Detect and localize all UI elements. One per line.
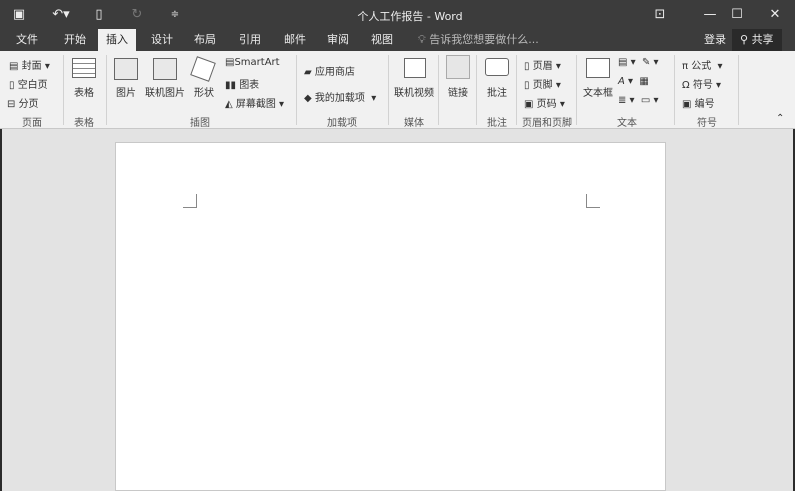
- tell-me-box[interactable]: 💡︎ 告诉我您想要做什么...: [410, 29, 547, 51]
- close-button[interactable]: ✕: [758, 0, 792, 29]
- group-label-media: 媒体: [404, 118, 424, 129]
- tab-insert[interactable]: 插入: [98, 29, 136, 51]
- tab-home[interactable]: 开始: [56, 29, 94, 51]
- comment-button[interactable]: 批注: [487, 84, 507, 99]
- equation-button[interactable]: π 公式 ▾: [682, 57, 723, 72]
- save-icon[interactable]: ▣: [2, 0, 36, 29]
- store-button[interactable]: ▰ 应用商店: [304, 63, 355, 78]
- group-label-page: 页面: [22, 118, 42, 129]
- tab-file[interactable]: 文件: [8, 29, 46, 51]
- tell-me-text: 告诉我您想要做什么...: [429, 33, 539, 46]
- ribbon-display-icon[interactable]: ⊡: [643, 0, 677, 29]
- tab-view[interactable]: 视图: [363, 29, 401, 51]
- wordart-button[interactable]: A ▾ ▦: [618, 76, 649, 87]
- tab-design[interactable]: 设计: [143, 29, 181, 51]
- group-label-symbols: 符号: [697, 118, 717, 129]
- online-video-button[interactable]: 联机视频: [394, 84, 434, 99]
- header-button[interactable]: ▯ 页眉 ▾: [524, 57, 561, 72]
- group-label-headerfooter: 页眉和页脚: [522, 118, 572, 129]
- page-number-button[interactable]: ▣ 页码 ▾: [524, 95, 565, 110]
- divider: [388, 55, 389, 125]
- screenshot-button[interactable]: ◭ 屏幕截图 ▾: [225, 95, 284, 110]
- divider: [106, 55, 107, 125]
- chart-button[interactable]: ▮▮ 图表: [225, 76, 259, 91]
- symbol-button[interactable]: Ω 符号 ▾: [682, 76, 721, 91]
- cover-page-button[interactable]: ▤ 封面 ▾: [9, 57, 50, 72]
- margin-mark-right: [586, 194, 600, 208]
- table-icon[interactable]: [72, 58, 96, 78]
- shapes-button[interactable]: 形状: [194, 84, 214, 99]
- divider: [63, 55, 64, 125]
- picture-icon[interactable]: [114, 58, 138, 80]
- undo-icon[interactable]: ↶▾: [46, 0, 76, 29]
- smartart-button[interactable]: ▤SmartArt: [225, 57, 280, 68]
- group-label-illustrations: 插图: [190, 118, 210, 129]
- group-label-addins: 加载项: [327, 118, 357, 129]
- tab-mailings[interactable]: 邮件: [276, 29, 314, 51]
- online-video-icon[interactable]: [404, 58, 426, 78]
- divider: [674, 55, 675, 125]
- tab-review[interactable]: 审阅: [319, 29, 357, 51]
- signin-link[interactable]: 登录: [696, 29, 734, 51]
- online-pictures-button[interactable]: 联机图片: [145, 84, 185, 99]
- textbox-button[interactable]: 文本框: [583, 84, 613, 99]
- window-title: 个人工作报告 - Word: [357, 10, 463, 23]
- ribbon-tabs: 文件 开始 插入 设计 布局 引用 邮件 审阅 视图 💡︎ 告诉我您想要做什么.…: [0, 29, 795, 51]
- shapes-icon[interactable]: [190, 56, 216, 82]
- link-icon[interactable]: [446, 55, 470, 79]
- divider: [438, 55, 439, 125]
- my-addins-button[interactable]: ◆ 我的加载项 ▾: [304, 89, 376, 104]
- margin-mark-left: [183, 194, 197, 208]
- new-doc-icon[interactable]: ▯: [82, 0, 116, 29]
- divider: [516, 55, 517, 125]
- pictures-button[interactable]: 图片: [116, 84, 136, 99]
- customize-icon[interactable]: ≑: [158, 0, 192, 29]
- link-button[interactable]: 链接: [448, 84, 468, 99]
- share-label: 共享: [751, 33, 774, 46]
- lightbulb-icon: 💡︎: [418, 33, 426, 46]
- comment-icon[interactable]: [485, 58, 509, 76]
- page-break-button[interactable]: ⊟ 分页: [7, 95, 39, 110]
- quick-parts-button[interactable]: ▤ ▾ ✎ ▾: [618, 57, 659, 68]
- share-button[interactable]: ⚲ 共享: [732, 29, 782, 51]
- dropcap-button[interactable]: ≣ ▾ ▭ ▾: [618, 95, 659, 106]
- divider: [738, 55, 739, 125]
- tab-references[interactable]: 引用: [231, 29, 269, 51]
- tab-layout[interactable]: 布局: [186, 29, 224, 51]
- divider: [476, 55, 477, 125]
- online-picture-icon[interactable]: [153, 58, 177, 80]
- footer-button[interactable]: ▯ 页脚 ▾: [524, 76, 561, 91]
- textbox-icon[interactable]: [586, 58, 610, 78]
- maximize-button[interactable]: ☐: [720, 0, 754, 29]
- divider: [576, 55, 577, 125]
- title-bar: ▣ ↶▾ ▯ ↻ ≑ 个人工作报告 - Word ⊡ — ☐ ✕: [0, 0, 795, 29]
- document-page[interactable]: [115, 142, 666, 491]
- collapse-ribbon-icon[interactable]: ⌃: [776, 113, 784, 124]
- blank-page-button[interactable]: ▯ 空白页: [9, 76, 48, 91]
- table-button[interactable]: 表格: [74, 84, 94, 99]
- divider: [296, 55, 297, 125]
- redo-icon[interactable]: ↻: [120, 0, 154, 29]
- group-label-text: 文本: [617, 118, 637, 129]
- person-icon: ⚲: [740, 33, 749, 46]
- numbering-button[interactable]: ▣ 编号: [682, 95, 715, 110]
- ribbon: ▤ 封面 ▾ ▯ 空白页 ⊟ 分页 页面 表格 表格 图片 联机图片 形状 ▤S…: [0, 51, 795, 129]
- group-label-table: 表格: [74, 118, 94, 129]
- group-label-comments: 批注: [487, 118, 507, 129]
